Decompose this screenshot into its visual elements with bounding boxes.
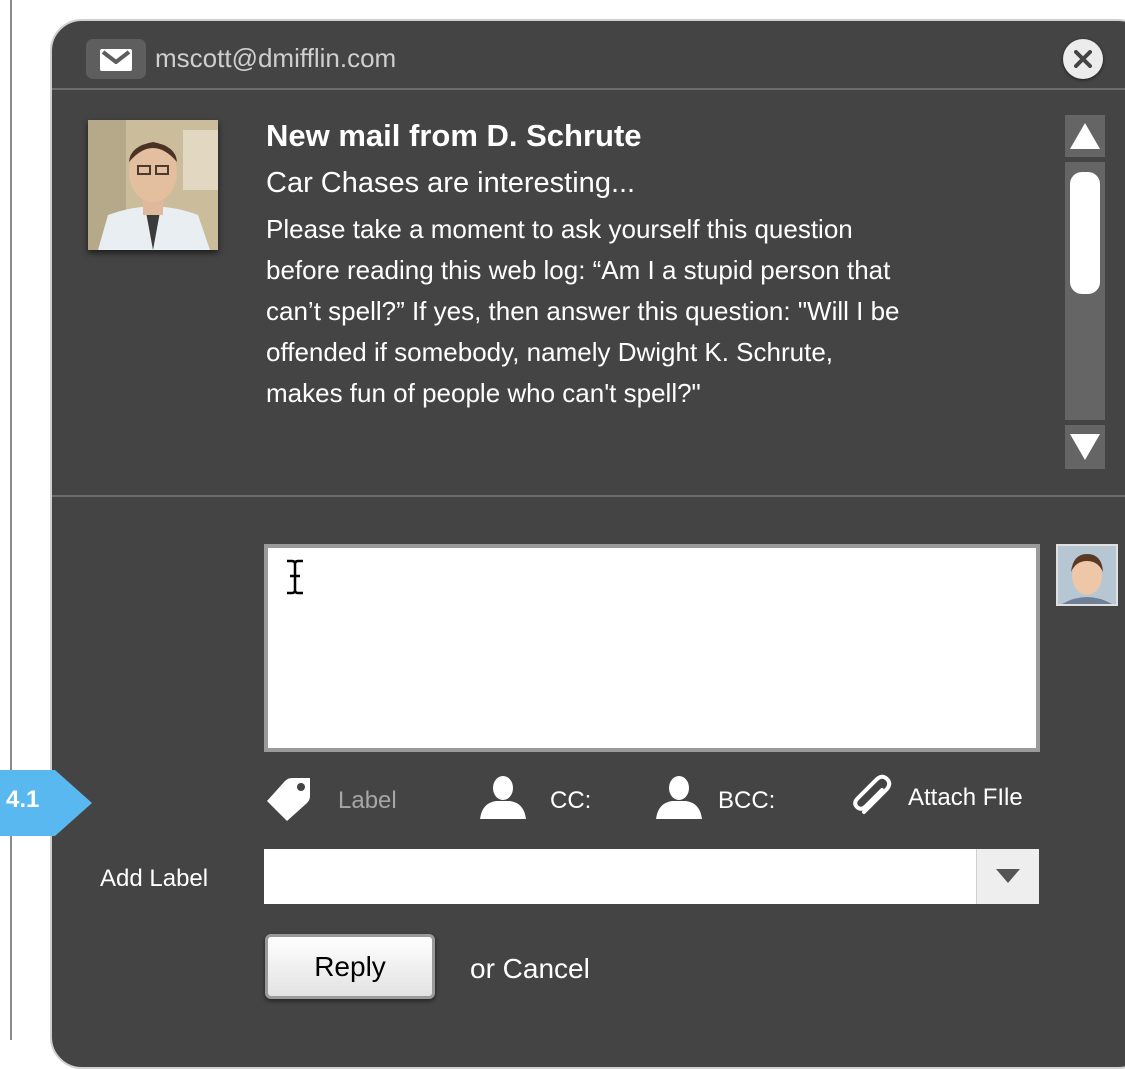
dropdown-arrow-button[interactable] <box>976 849 1039 904</box>
cc-button[interactable]: CC: <box>550 786 591 816</box>
paperclip-icon[interactable] <box>852 774 894 816</box>
text-cursor-icon <box>284 558 306 601</box>
sender-avatar <box>88 120 218 250</box>
scrollbar-thumb[interactable] <box>1070 172 1100 294</box>
message-body: Please take a moment to ask yourself thi… <box>266 209 1056 414</box>
bcc-button[interactable]: BCC: <box>718 786 775 816</box>
person-icon[interactable] <box>480 775 526 819</box>
account-email: mscott@dmifflin.com <box>155 43 397 73</box>
attach-file-button[interactable]: Attach FIle <box>908 783 1023 813</box>
label-select[interactable] <box>264 849 1039 904</box>
scroll-up-button[interactable] <box>1065 115 1105 157</box>
close-icon[interactable] <box>1063 39 1103 79</box>
user-avatar <box>1056 544 1118 606</box>
callout-number: 4.1 <box>6 786 40 813</box>
chevron-down-icon <box>996 869 1020 883</box>
body-line: offended if somebody, namely Dwight K. S… <box>266 337 834 367</box>
message-title: New mail from D. Schrute <box>266 118 642 153</box>
body-line: can’t spell?” If yes, then answer this q… <box>266 296 900 326</box>
label-button[interactable]: Label <box>338 786 397 816</box>
reply-button[interactable]: Reply <box>265 934 435 999</box>
header-divider <box>52 88 1125 90</box>
person-icon[interactable] <box>656 775 702 819</box>
envelope-icon <box>86 39 146 79</box>
scroll-down-button[interactable] <box>1065 425 1105 469</box>
body-line: before reading this web log: “Am I a stu… <box>266 255 891 285</box>
body-line: Please take a moment to ask yourself thi… <box>266 214 853 244</box>
compose-divider <box>52 495 1125 497</box>
reply-textarea[interactable] <box>264 544 1040 752</box>
message-subject: Car Chases are interesting... <box>266 167 636 199</box>
tag-icon[interactable] <box>265 777 313 821</box>
add-label-caption: Add Label <box>100 865 209 892</box>
cancel-link[interactable]: or Cancel <box>470 952 590 986</box>
body-line: makes fun of people who can't spell?" <box>266 378 701 408</box>
left-border-line <box>10 0 12 1040</box>
